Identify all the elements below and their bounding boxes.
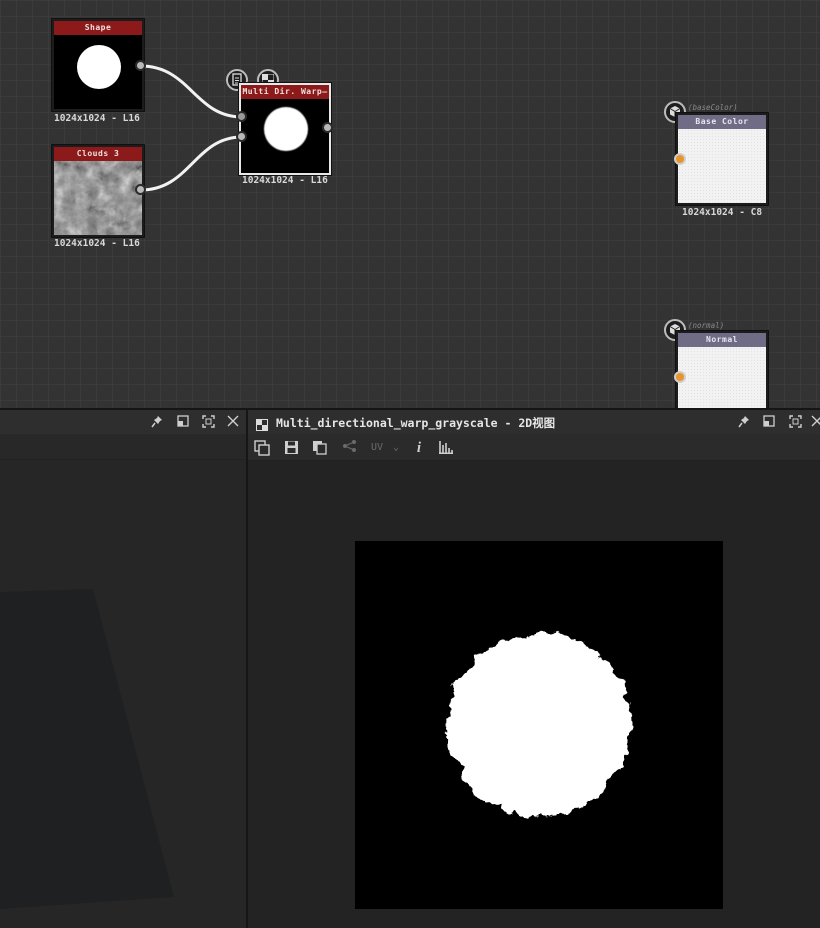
uv-toggle[interactable]: UV [369,440,385,456]
output-identifier: (baseColor) [688,103,738,112]
output-port[interactable] [135,60,146,71]
node-title: Base Color [678,115,766,129]
node-graph-canvas[interactable]: Shape 1024x1024 - L16 Clouds 3 1024x1024… [0,0,820,408]
close-icon[interactable] [811,415,820,430]
node-title: Shape [54,21,142,35]
node-size-label: 1024x1024 - L16 [54,113,140,124]
close-icon[interactable] [226,415,240,430]
input-port[interactable] [236,131,247,142]
node-thumbnail [54,35,142,109]
node-thumbnail [241,99,329,173]
circle-shape [77,45,121,89]
node-title: Clouds 3 [54,147,142,161]
input-port[interactable] [674,371,686,383]
3d-viewport[interactable] [0,460,246,928]
share-icon[interactable] [340,440,358,456]
chevron-down-icon[interactable]: ⌄ [391,440,401,456]
node-title: Normal [678,333,766,347]
input-port[interactable] [674,153,686,165]
float-window-icon[interactable] [176,415,190,430]
input-port[interactable] [236,111,247,122]
node-size-label: 1024x1024 - C8 [682,207,763,218]
copy-view-icon[interactable] [253,440,271,456]
panel-toolbar [0,434,246,460]
node-multi-dir-warp[interactable]: Multi Dir. Warp— [239,83,331,175]
node-clouds[interactable]: Clouds 3 [52,145,144,237]
maximize-icon[interactable] [788,415,802,431]
node-base-color-output[interactable]: Base Color [676,113,768,205]
wire-clouds-to-warp [140,135,243,192]
2d-image-canvas[interactable] [355,541,723,909]
pin-icon[interactable] [150,415,164,431]
output-port[interactable] [322,122,333,133]
output-port[interactable] [135,184,146,195]
warped-circle-preview [447,633,631,817]
3d-plane-mesh [0,589,174,909]
node-size-label: 1024x1024 - L16 [54,238,140,249]
output-identifier: (normal) [688,321,725,330]
noise-texture [54,161,142,235]
info-icon[interactable]: i [410,440,428,456]
node-shape[interactable]: Shape [52,19,144,111]
3d-view-panel [0,410,246,928]
checker-panel-icon [256,416,268,431]
pin-icon[interactable] [737,415,751,431]
maximize-icon[interactable] [201,415,215,431]
node-size-label: 1024x1024 - L16 [242,175,328,186]
2d-view-panel: Multi_directional_warp_grayscale - 2D视图 … [248,410,820,928]
node-thumbnail [678,129,766,203]
float-window-icon[interactable] [762,415,776,430]
panel-toolbar: UV ⌄ i [248,434,820,461]
panel-titlebar: Multi_directional_warp_grayscale - 2D视图 [248,410,820,434]
node-normal-output[interactable]: Normal [676,331,768,408]
panel-titlebar [0,410,246,434]
warped-circle [264,107,308,151]
node-thumbnail [54,161,142,235]
node-title: Multi Dir. Warp— [241,85,329,99]
node-thumbnail [678,347,766,408]
histogram-icon[interactable] [437,440,455,456]
save-icon[interactable] [282,440,300,456]
copy-icon[interactable] [310,440,328,456]
panel-title: Multi_directional_warp_grayscale - 2D视图 [276,416,556,430]
